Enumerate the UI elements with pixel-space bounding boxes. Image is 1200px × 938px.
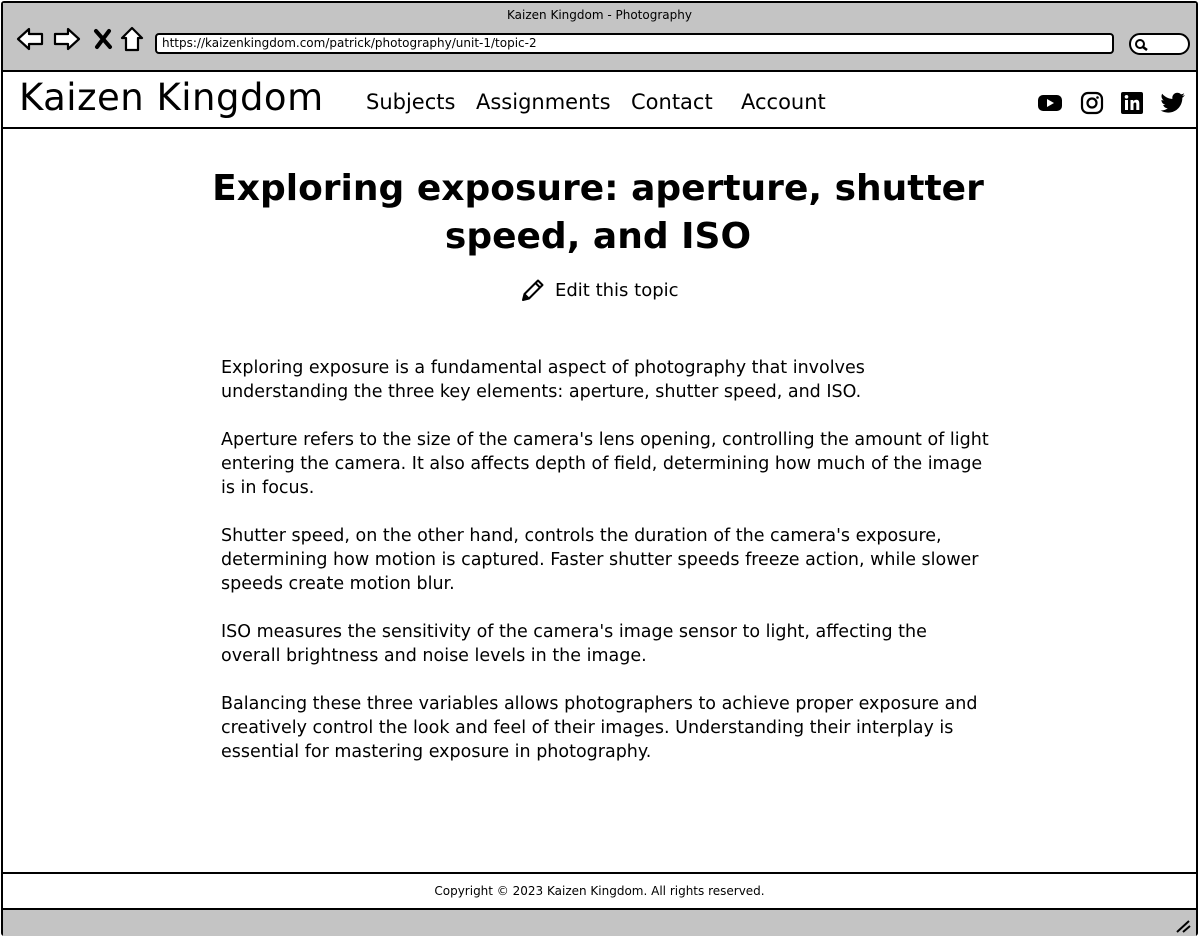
- article-paragraph: ISO measures the sensitivity of the came…: [221, 622, 927, 666]
- close-icon[interactable]: [88, 24, 118, 54]
- article-paragraph: Aperture refers to the size of the camer…: [221, 430, 989, 498]
- browser-chrome: Kaizen Kingdom - Photography https://kai…: [3, 3, 1196, 72]
- copyright-text: Copyright © 2023 Kaizen Kingdom. All rig…: [434, 884, 765, 898]
- site-footer: Copyright © 2023 Kaizen Kingdom. All rig…: [3, 872, 1196, 910]
- window-title: Kaizen Kingdom - Photography: [507, 8, 692, 22]
- twitter-icon[interactable]: [1160, 90, 1186, 116]
- home-icon[interactable]: [117, 24, 147, 54]
- edit-topic-label: Edit this topic: [555, 279, 679, 301]
- nav-account[interactable]: Account: [741, 90, 826, 114]
- search-icon: [1135, 39, 1148, 51]
- article-paragraph: Shutter speed, on the other hand, contro…: [221, 526, 979, 594]
- nav-assignments[interactable]: Assignments: [476, 90, 611, 114]
- search-field[interactable]: [1129, 33, 1190, 55]
- instagram-icon[interactable]: [1079, 90, 1105, 116]
- resize-grip-icon[interactable]: [1174, 919, 1192, 933]
- linkedin-icon[interactable]: [1119, 90, 1145, 116]
- nav-contact[interactable]: Contact: [631, 90, 713, 114]
- page-title: Exploring exposure: aperture, shutter sp…: [212, 168, 984, 257]
- pencil-icon: [522, 279, 544, 301]
- topic-article: Exploring exposure is a fundamental aspe…: [221, 356, 991, 788]
- article-paragraph: Balancing these three variables allows p…: [221, 694, 978, 762]
- site-logo[interactable]: Kaizen Kingdom: [19, 76, 324, 119]
- status-bar: [3, 910, 1196, 936]
- browser-window: Kaizen Kingdom - Photography https://kai…: [1, 1, 1198, 936]
- article-paragraph: Exploring exposure is a fundamental aspe…: [221, 358, 865, 402]
- edit-topic-link[interactable]: Edit this topic: [519, 276, 679, 304]
- youtube-icon[interactable]: [1037, 90, 1063, 116]
- site-header: Kaizen Kingdom Subjects Assignments Cont…: [3, 72, 1196, 129]
- address-bar[interactable]: https://kaizenkingdom.com/patrick/photog…: [155, 33, 1114, 54]
- back-arrow-icon[interactable]: [15, 24, 45, 54]
- nav-subjects[interactable]: Subjects: [366, 90, 455, 114]
- forward-arrow-icon[interactable]: [52, 24, 82, 54]
